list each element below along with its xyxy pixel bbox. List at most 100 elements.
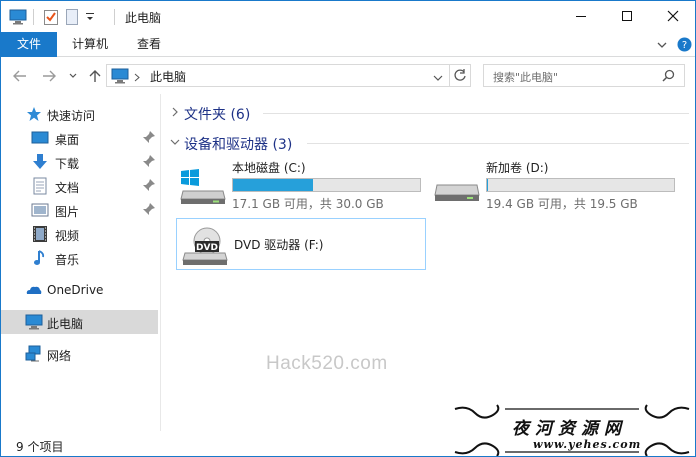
group-title: 文件夹 (6): [184, 107, 251, 123]
desktop-icon: [31, 131, 49, 144]
file-explorer-window: 此电脑 文件 计算机 查看 ? 此电脑 搜索"此电脑" 快速访问 桌面 下载 文…: [0, 0, 696, 457]
search-box[interactable]: 搜索"此电脑": [483, 64, 685, 87]
this-pc-icon[interactable]: [9, 8, 27, 26]
maximize-button[interactable]: [604, 1, 650, 31]
title-separator: [114, 9, 115, 25]
sidebar-item-label: 此电脑: [47, 317, 84, 331]
forward-arrow-icon: [43, 70, 56, 82]
videos-icon: [33, 226, 47, 242]
sidebar-item-onedrive[interactable]: OneDrive: [1, 279, 158, 301]
chevron-down-icon: [69, 73, 77, 78]
close-icon: [667, 10, 679, 22]
navigation-pane: 快速访问 桌面 下载 文档 图片 视频 音乐 OneDrive 此电脑 网络: [1, 94, 161, 431]
content-pane: 文件夹 (6) 设备和驱动器 (3) 本地磁盘 (C:) 17.1 GB 可用，…: [163, 94, 695, 431]
chevron-down-icon: [170, 139, 180, 145]
search-icon[interactable]: [662, 69, 675, 85]
drive-name: 本地磁盘 (C:): [232, 161, 306, 175]
watermark-text: Hack520.com: [266, 353, 388, 374]
stamp-chinese-text: 夜河资源网: [512, 419, 627, 439]
dvd-drive-icon: DVD: [182, 227, 228, 265]
sidebar-item-label: 桌面: [55, 133, 80, 147]
properties-icon[interactable]: [43, 8, 59, 26]
address-dropdown-icon[interactable]: [433, 71, 443, 85]
tab-file[interactable]: 文件: [1, 32, 57, 57]
drive-dvd-f[interactable]: DVD DVD 驱动器 (F:): [176, 218, 426, 270]
sidebar-item-label: 视频: [55, 229, 80, 243]
pin-icon[interactable]: [142, 154, 156, 168]
chevron-right-icon: [172, 107, 178, 117]
breadcrumb-chevron-icon[interactable]: [134, 71, 140, 85]
up-button[interactable]: [87, 67, 103, 85]
drive-name: DVD 驱动器 (F:): [234, 238, 324, 252]
tab-view[interactable]: 查看: [125, 32, 173, 57]
item-count: 9 个项目: [16, 440, 64, 454]
hard-drive-icon: [434, 184, 480, 201]
recent-locations-button[interactable]: [67, 67, 79, 85]
pin-icon[interactable]: [142, 202, 156, 216]
back-arrow-icon: [13, 70, 26, 82]
music-icon: [34, 250, 45, 265]
sidebar-item-label: 下载: [55, 157, 80, 171]
sidebar-item-this-pc[interactable]: 此电脑: [1, 310, 158, 334]
breadcrumb[interactable]: 此电脑: [150, 68, 186, 85]
group-divider: [263, 113, 689, 114]
pin-icon[interactable]: [142, 130, 156, 144]
sidebar-item-label: 快速访问: [47, 109, 96, 123]
ribbon-expand-icon[interactable]: [655, 38, 669, 52]
forward-button[interactable]: [41, 67, 57, 85]
minimize-button[interactable]: [558, 1, 604, 31]
title-bar: 此电脑: [1, 1, 695, 32]
drive-usage-fill: [233, 179, 314, 191]
pictures-icon: [31, 203, 49, 217]
tab-computer[interactable]: 计算机: [61, 32, 119, 57]
sidebar-item-quick-access[interactable]: 快速访问: [1, 103, 158, 125]
drive-usage-bar: [486, 178, 675, 192]
sidebar-item-label: 文档: [55, 181, 80, 195]
sidebar-item-videos[interactable]: 视频: [1, 223, 158, 245]
stamp-url-text: www.yehes.com: [533, 438, 642, 451]
minimize-icon: [576, 16, 586, 17]
drive-d[interactable]: 新加卷 (D:) 19.4 GB 可用，共 19.5 GB: [429, 159, 679, 211]
maximize-icon: [622, 11, 632, 21]
close-button[interactable]: [650, 1, 695, 31]
drive-space: 17.1 GB 可用，共 30.0 GB: [232, 197, 384, 211]
windows-drive-icon: [180, 169, 226, 204]
documents-icon: [33, 177, 47, 195]
site-logo-stamp: 夜河资源网 www.yehes.com: [447, 403, 695, 456]
ribbon-tabs: 文件 计算机 查看 ?: [1, 32, 695, 57]
drive-name: 新加卷 (D:): [486, 161, 549, 175]
window-title: 此电脑: [125, 11, 162, 25]
new-folder-icon[interactable]: [65, 8, 79, 26]
star-icon: [27, 107, 41, 121]
drive-space: 19.4 GB 可用，共 19.5 GB: [486, 197, 638, 211]
group-title: 设备和驱动器 (3): [184, 137, 293, 153]
sidebar-item-pictures[interactable]: 图片: [1, 199, 158, 221]
this-pc-icon: [25, 314, 43, 330]
sidebar-item-label: 图片: [55, 205, 80, 219]
svg-text:DVD: DVD: [196, 243, 218, 253]
refresh-icon[interactable]: [453, 68, 467, 85]
svg-text:?: ?: [682, 40, 687, 51]
qa-dropdown-icon[interactable]: [85, 8, 95, 26]
sidebar-item-music[interactable]: 音乐: [1, 247, 158, 269]
download-icon: [33, 154, 47, 169]
sidebar-item-network[interactable]: 网络: [1, 343, 158, 365]
this-pc-icon: [111, 68, 129, 87]
back-button[interactable]: [12, 67, 28, 85]
qa-separator: [33, 9, 34, 25]
search-input[interactable]: 搜索"此电脑": [493, 69, 558, 85]
pin-icon[interactable]: [142, 178, 156, 192]
address-bar[interactable]: 此电脑: [106, 64, 471, 87]
network-icon: [25, 345, 41, 362]
sidebar-item-downloads[interactable]: 下载: [1, 151, 158, 173]
address-divider: [449, 65, 450, 86]
drive-usage-fill: [487, 179, 488, 191]
sidebar-item-label: 网络: [47, 349, 72, 363]
sidebar-item-documents[interactable]: 文档: [1, 175, 158, 197]
help-icon[interactable]: ?: [677, 37, 692, 52]
drive-usage-bar: [232, 178, 421, 192]
up-arrow-icon: [89, 70, 101, 82]
drive-c[interactable]: 本地磁盘 (C:) 17.1 GB 可用，共 30.0 GB: [175, 159, 425, 211]
sidebar-item-desktop[interactable]: 桌面: [1, 127, 158, 149]
group-divider: [307, 143, 689, 144]
